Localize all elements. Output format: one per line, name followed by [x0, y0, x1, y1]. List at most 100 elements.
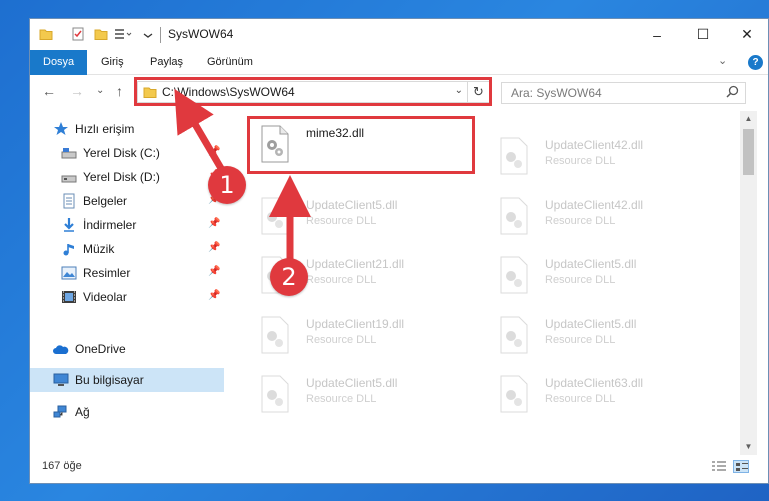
file-name: UpdateClient19.dll — [306, 317, 405, 331]
sidebar-item-belgeler[interactable]: Belgeler 📌 — [30, 189, 224, 213]
file-description: Resource DLL — [545, 334, 616, 346]
dll-file-icon — [500, 316, 528, 354]
file-item-mime32[interactable]: mime32.dll — [248, 121, 478, 171]
download-icon — [60, 217, 78, 233]
properties-icon[interactable] — [71, 27, 85, 41]
tab-paylas[interactable]: Paylaş — [150, 50, 183, 75]
details-view-icon[interactable] — [711, 460, 727, 473]
sidebar-item-label: Belgeler — [83, 194, 128, 208]
vertical-scrollbar[interactable]: ▲ ▼ — [740, 111, 757, 455]
title-separator — [160, 27, 161, 43]
sidebar-item-disk-c[interactable]: Yerel Disk (C:) 📌 — [30, 141, 224, 165]
search-input[interactable]: Ara: SysWOW64 — [511, 86, 602, 100]
navigation-bar: ← → ⌄ ↑ C:\Windows\SysWOW64 ⌄ ↻ Ara: Sys… — [30, 76, 768, 108]
file-name: UpdateClient42.dll — [545, 198, 644, 212]
scroll-up-icon[interactable]: ▲ — [740, 111, 757, 127]
file-item[interactable]: UpdateClient42.dll Resource DLL — [487, 193, 717, 243]
drive-icon — [60, 145, 78, 161]
sidebar-item-label: Resimler — [83, 266, 131, 280]
address-path[interactable]: C:\Windows\SysWOW64 — [162, 85, 295, 99]
sidebar-item-label: Ağ — [75, 405, 90, 419]
file-description: Resource DLL — [306, 274, 377, 286]
tab-giris[interactable]: Giriş — [101, 50, 124, 75]
video-icon — [60, 289, 78, 305]
recent-locations-button[interactable]: ⌄ — [96, 85, 104, 96]
item-count: 167 öğe — [42, 460, 82, 472]
sidebar-item-label: Videolar — [83, 290, 127, 304]
sidebar-item-this-pc[interactable]: Bu bilgisayar — [30, 368, 224, 392]
scroll-down-icon[interactable]: ▼ — [740, 439, 757, 455]
address-bar[interactable]: C:\Windows\SysWOW64 ⌄ ↻ — [137, 81, 490, 103]
navigation-pane: Hızlı erişim Yerel Disk (C:) 📌 Yerel Dis… — [30, 113, 224, 453]
dll-file-icon — [500, 256, 528, 294]
dll-file-icon — [261, 316, 289, 354]
dll-file-icon — [500, 375, 528, 413]
sidebar-item-resimler[interactable]: Resimler 📌 — [30, 261, 224, 285]
chevron-down-icon[interactable] — [143, 27, 153, 41]
file-item[interactable]: UpdateClient5.dll Resource DLL — [248, 193, 478, 243]
tiles-view-icon[interactable] — [733, 460, 749, 473]
picture-icon — [60, 265, 78, 281]
tab-dosya[interactable]: Dosya — [30, 50, 88, 75]
file-description: Resource DLL — [306, 393, 377, 405]
file-description: Resource DLL — [306, 334, 377, 346]
search-box[interactable]: Ara: SysWOW64 — [501, 82, 746, 104]
sidebar-item-quick-access[interactable]: Hızlı erişim — [30, 117, 224, 141]
step-badge-1: 1 — [208, 166, 246, 204]
sidebar-item-label: Bu bilgisayar — [75, 373, 144, 387]
help-icon[interactable]: ? — [748, 55, 763, 70]
minimize-button[interactable]: – — [634, 19, 680, 50]
computer-icon — [52, 372, 70, 388]
maximize-button[interactable]: ☐ — [680, 19, 726, 50]
dll-file-icon — [261, 375, 289, 413]
file-name: mime32.dll — [306, 126, 365, 140]
file-name: UpdateClient5.dll — [545, 257, 637, 271]
file-name: UpdateClient63.dll — [545, 376, 644, 390]
drive-icon — [60, 169, 78, 185]
new-folder-icon[interactable] — [94, 27, 108, 41]
file-item[interactable]: UpdateClient19.dll Resource DLL — [248, 312, 478, 362]
pin-icon: 📌 — [208, 146, 221, 157]
sidebar-item-onedrive[interactable]: OneDrive — [30, 337, 224, 361]
sidebar-item-muzik[interactable]: Müzik 📌 — [30, 237, 224, 261]
pin-icon: 📌 — [208, 290, 221, 301]
back-button[interactable]: ← — [42, 83, 56, 99]
pin-icon: 📌 — [208, 218, 221, 229]
folder-icon[interactable] — [39, 27, 53, 41]
sidebar-item-videolar[interactable]: Videolar 📌 — [30, 285, 224, 309]
file-item[interactable]: UpdateClient5.dll Resource DLL — [487, 312, 717, 362]
file-name: UpdateClient5.dll — [545, 317, 637, 331]
tab-gorunum[interactable]: Görünüm — [207, 50, 253, 75]
sidebar-item-disk-d[interactable]: Yerel Disk (D:) 📌 — [30, 165, 224, 189]
folder-icon — [143, 87, 157, 98]
sidebar-item-label: Yerel Disk (D:) — [83, 170, 160, 184]
step-badge-2: 2 — [270, 258, 308, 296]
ribbon-tabs: Dosya Giriş Paylaş Görünüm ⌄ ? — [30, 50, 768, 75]
up-button[interactable]: ↑ — [116, 83, 123, 99]
scroll-thumb[interactable] — [743, 129, 754, 175]
dll-file-icon — [261, 125, 289, 163]
search-icon[interactable] — [726, 85, 739, 98]
file-description: Resource DLL — [306, 215, 377, 227]
explorer-window: SysWOW64 – ☐ ✕ Dosya Giriş Paylaş Görünü… — [29, 18, 769, 484]
file-name: UpdateClient21.dll — [306, 257, 405, 271]
ribbon-expand-button[interactable]: ⌄ — [718, 54, 727, 67]
network-icon — [52, 404, 70, 420]
file-description: Resource DLL — [545, 155, 616, 167]
pin-icon: 📌 — [208, 242, 221, 253]
sidebar-item-network[interactable]: Ağ — [30, 400, 224, 424]
sidebar-item-label: Hızlı erişim — [75, 122, 135, 136]
close-button[interactable]: ✕ — [724, 19, 769, 50]
sidebar-item-label: Müzik — [83, 242, 115, 256]
sidebar-item-label: Yerel Disk (C:) — [83, 146, 160, 160]
file-item[interactable]: UpdateClient5.dll Resource DLL — [248, 371, 478, 421]
file-item[interactable]: UpdateClient63.dll Resource DLL — [487, 371, 717, 421]
file-item[interactable]: UpdateClient5.dll Resource DLL — [487, 252, 717, 302]
file-item[interactable]: UpdateClient42.dll Resource DLL — [487, 133, 717, 183]
window-title: SysWOW64 — [168, 27, 234, 41]
refresh-button[interactable]: ↻ — [467, 82, 489, 102]
address-dropdown-button[interactable]: ⌄ — [455, 85, 463, 96]
forward-button[interactable]: → — [70, 83, 84, 99]
sidebar-item-indirmeler[interactable]: İndirmeler 📌 — [30, 213, 224, 237]
customize-toolbar-icon[interactable] — [114, 27, 136, 41]
